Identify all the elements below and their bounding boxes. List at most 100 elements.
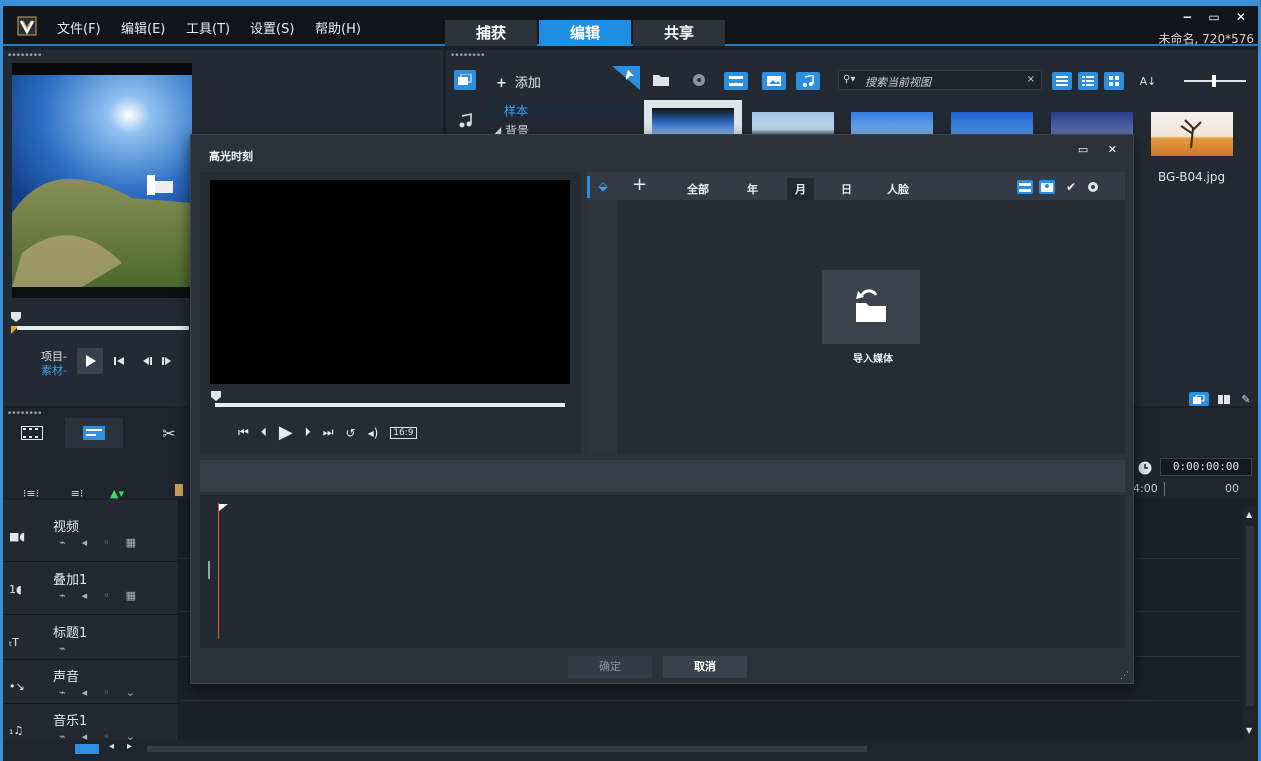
scroll-up-icon[interactable]: ▲ <box>1246 510 1252 519</box>
highlight-scroll-handle[interactable] <box>208 561 210 579</box>
track-overlay[interactable]: 1◖ 叠加1 ⌁◂◦▦ <box>3 563 178 615</box>
tools-icon[interactable]: ✂ <box>158 422 180 444</box>
smart-collection-icon[interactable]: ⬙ <box>595 178 611 194</box>
sort-icon[interactable]: A↓ <box>1138 72 1158 90</box>
go-to-start-button[interactable] <box>111 353 127 369</box>
show-options-icon[interactable] <box>1214 392 1234 406</box>
zoom-fit-icon[interactable] <box>75 744 99 754</box>
playhead-marker-icon[interactable] <box>11 312 21 334</box>
panel-grip[interactable]: •••••••• <box>450 51 485 61</box>
tree-item-samples[interactable]: 样本 <box>486 100 640 120</box>
check-icon[interactable]: ✔ <box>1063 179 1079 195</box>
aspect-ratio-button[interactable]: 16:9 <box>390 426 417 439</box>
track-video[interactable]: ■◖ 视频 ⌁◂◦▦ <box>3 510 178 562</box>
cancel-button[interactable]: 取消 <box>663 656 747 678</box>
highlight-timeline[interactable] <box>200 495 1125 648</box>
tab-share[interactable]: 共享 <box>633 20 725 46</box>
menu-settings[interactable]: 设置(S) <box>250 18 294 37</box>
scroll-right-icon[interactable]: ▸ <box>127 741 132 752</box>
next-icon[interactable]: ⏵ <box>305 425 311 440</box>
dialog-playhead-icon[interactable] <box>211 390 221 401</box>
scrub-bar[interactable] <box>17 326 189 330</box>
next-frame-button[interactable] <box>159 353 175 369</box>
app-logo-icon <box>17 16 37 36</box>
search-input[interactable]: ⚲▾ 搜索当前视图 × <box>838 70 1042 90</box>
vertical-scrollbar[interactable]: ▲ ▼ <box>1243 506 1257 740</box>
menu-tools[interactable]: 工具(T) <box>186 18 230 37</box>
overlay-track-icon: 1◖ <box>9 583 22 596</box>
filter-month[interactable]: 月 <box>787 178 814 200</box>
marker-icon[interactable] <box>175 484 183 496</box>
show-video-icon[interactable] <box>724 72 748 90</box>
add-marker-icon[interactable]: ▲▾ <box>105 486 129 500</box>
track-voice[interactable]: •↘ 声音 ⌁◂◦⌄ <box>3 660 178 704</box>
video-filter-icon[interactable] <box>1017 180 1033 194</box>
track-title[interactable]: ₜT 标题1 ⌁ <box>3 616 178 660</box>
track-controls[interactable]: ⌁◂◦▦ <box>59 536 152 549</box>
show-photo-icon[interactable] <box>762 72 786 90</box>
thumbnail-6-name: BG-B04.jpg <box>1158 170 1226 184</box>
import-media-button[interactable] <box>822 270 920 344</box>
view-details-icon[interactable] <box>1078 72 1098 90</box>
media-browser-panel: ⬙ + 全部 年 月 日 人脸 ✔ 导入媒体 <box>587 172 1125 454</box>
track-manager-icon[interactable]: ⁝≡⁝ <box>21 486 41 500</box>
chapter-icon[interactable]: ≡⁝ <box>67 486 87 500</box>
settings-gear-icon[interactable] <box>1085 179 1101 195</box>
scroll-down-icon[interactable]: ▼ <box>1246 726 1252 735</box>
menu-edit[interactable]: 编辑(E) <box>121 18 165 37</box>
track-controls[interactable]: ⌁◂◦▦ <box>59 589 152 602</box>
track-name: 标题1 <box>53 626 88 641</box>
clip-label[interactable]: 素材- <box>41 362 67 378</box>
tab-edit[interactable]: 编辑 <box>539 20 631 46</box>
tab-capture[interactable]: 捕获 <box>445 20 537 46</box>
add-collection-icon[interactable]: + <box>632 174 647 195</box>
view-list-icon[interactable] <box>1052 72 1072 90</box>
thumb-size-slider[interactable] <box>1184 75 1246 87</box>
filter-faces[interactable]: 人脸 <box>887 181 909 197</box>
play-button[interactable] <box>77 348 103 374</box>
scroll-left-icon[interactable]: ◂ <box>109 741 114 752</box>
show-audio-icon[interactable] <box>796 72 820 90</box>
ok-button[interactable]: 确定 <box>568 656 652 678</box>
horizontal-scrollbar[interactable] <box>147 746 867 752</box>
record-icon[interactable] <box>691 72 707 88</box>
menu-file[interactable]: 文件(F) <box>57 18 101 37</box>
resize-grip-icon[interactable]: ⋰ <box>1120 671 1129 681</box>
add-button[interactable]: + 添加 <box>496 72 541 91</box>
clear-search-icon[interactable]: × <box>1027 74 1035 85</box>
highlight-playhead-icon[interactable] <box>218 501 228 512</box>
track-controls[interactable]: ⌁◂◦⌄ <box>59 686 151 699</box>
preview-image <box>12 63 192 298</box>
window-controls[interactable]: − ▭ ✕ <box>1182 10 1252 24</box>
track-music[interactable]: ₁♫ 音乐1 ⌁◂◦⌄ <box>3 704 178 743</box>
end-icon[interactable]: ⏭ <box>323 425 334 440</box>
panel-grip[interactable]: •••••••• <box>7 409 42 419</box>
filter-all[interactable]: 全部 <box>687 181 709 197</box>
prev-frame-button[interactable] <box>139 353 155 369</box>
panel-grip[interactable]: •••••••• <box>7 51 42 61</box>
prev-icon[interactable]: ⏴ <box>261 425 267 440</box>
timecode-display[interactable]: 0:00:00:00 <box>1160 458 1252 476</box>
repeat-icon[interactable]: ↺ <box>346 426 356 440</box>
timeline-view-button[interactable] <box>65 418 123 448</box>
photo-filter-icon[interactable] <box>1039 180 1055 194</box>
storyboard-view-icon[interactable] <box>19 422 45 444</box>
home-icon[interactable]: ⏮ <box>238 425 249 440</box>
import-folder-icon[interactable] <box>652 72 672 88</box>
edit-icon[interactable]: ✎ <box>1238 392 1254 406</box>
track-controls[interactable]: ⌁ <box>59 642 82 655</box>
thumbnail-6[interactable] <box>1151 112 1233 156</box>
filter-year[interactable]: 年 <box>747 181 758 197</box>
dialog-scrub-bar[interactable] <box>215 403 565 407</box>
view-thumbnails-icon[interactable] <box>1104 72 1124 90</box>
volume-icon[interactable]: ◂) <box>368 426 379 440</box>
show-library-icon[interactable] <box>1189 392 1209 406</box>
dialog-window-controls[interactable]: ▭ ✕ <box>1078 143 1125 156</box>
pin-icon[interactable] <box>612 66 640 90</box>
filter-day[interactable]: 日 <box>841 181 852 197</box>
audio-library-icon[interactable] <box>454 110 478 132</box>
menu-help[interactable]: 帮助(H) <box>315 18 361 37</box>
dialog-divider-bar <box>200 460 1125 492</box>
media-library-icon[interactable] <box>454 70 476 90</box>
dialog-play-icon[interactable]: ▶ <box>279 422 293 443</box>
